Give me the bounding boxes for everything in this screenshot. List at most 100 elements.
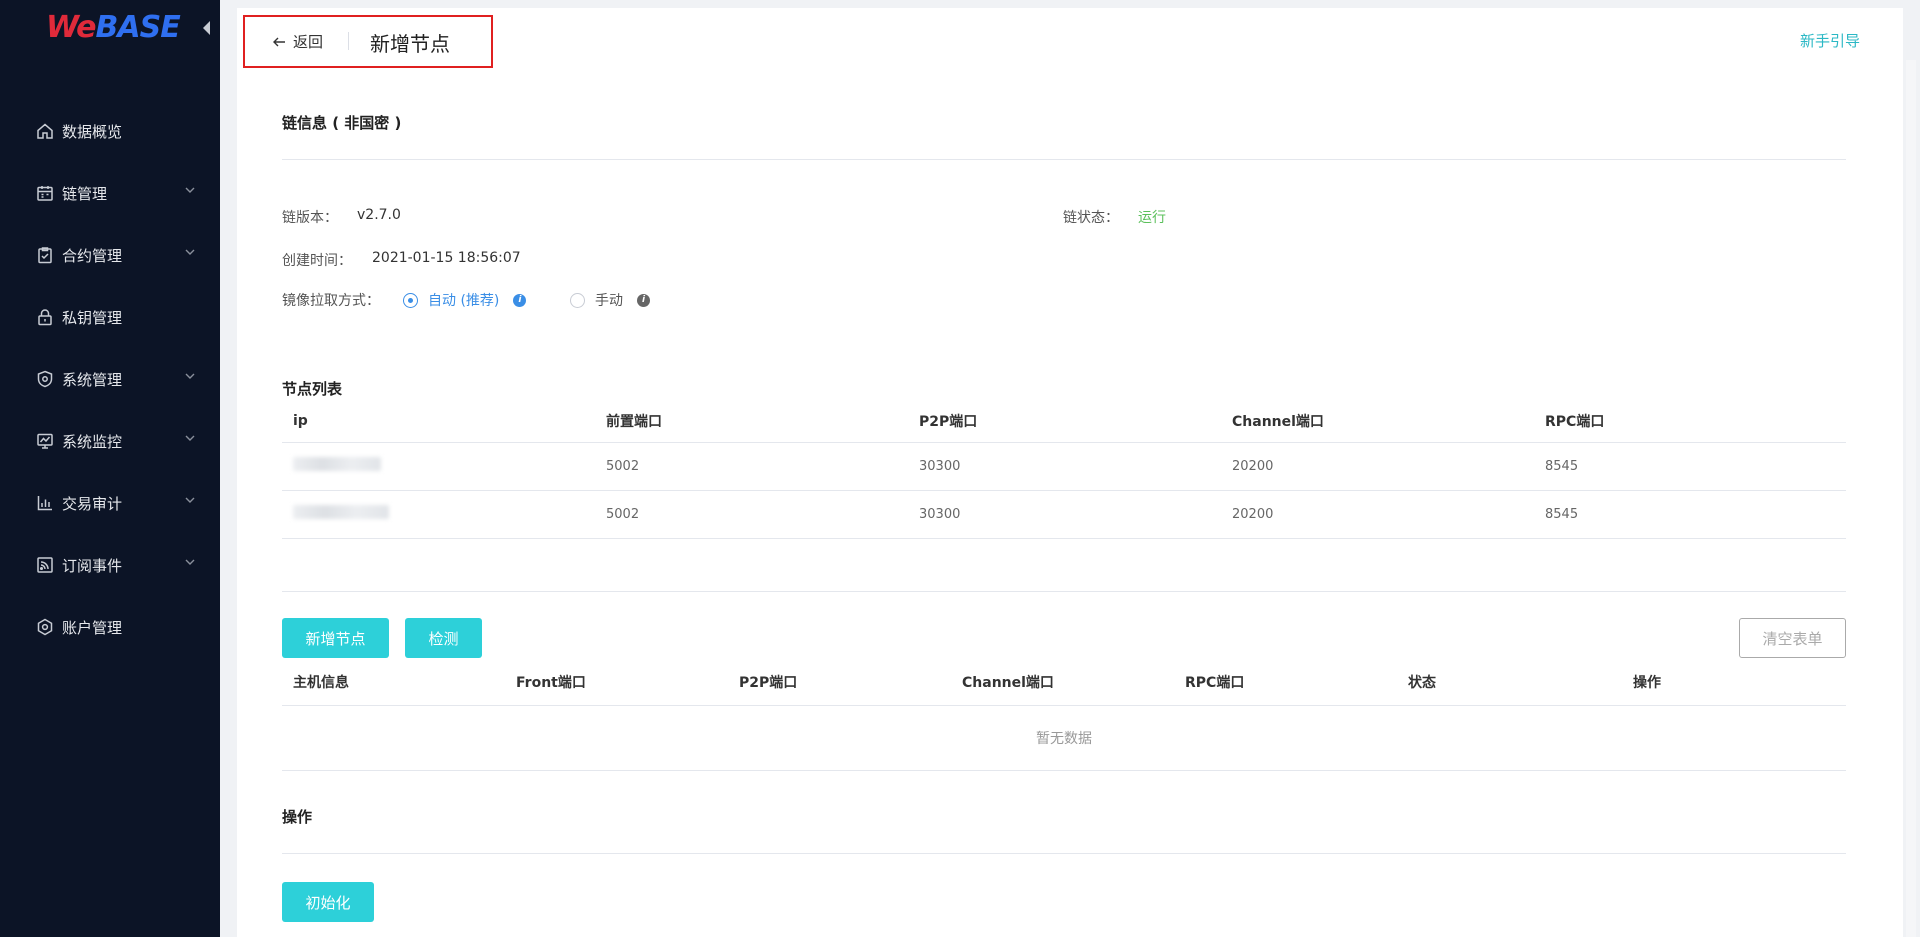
- sidebar-item-label: 系统管理: [62, 370, 123, 389]
- ip-cell: [282, 490, 595, 539]
- sidebar-collapse-icon[interactable]: [203, 21, 210, 35]
- sidebar-item-label: 链管理: [62, 184, 108, 203]
- init-button[interactable]: 初始化: [282, 882, 374, 922]
- table-header-row: 主机信息 Front端口 P2P端口 Channel端口 RPC端口 状态 操作: [282, 660, 1846, 706]
- sidebar-item-account[interactable]: 账户管理: [0, 596, 220, 658]
- table-row: 5002 30300 20200 8545: [282, 442, 1846, 491]
- sidebar-item-label: 合约管理: [62, 246, 123, 265]
- chevron-down-icon: [185, 373, 195, 379]
- sidebar-item-audit[interactable]: 交易审计: [0, 472, 220, 534]
- pull-manual-radio[interactable]: 手动 i: [570, 290, 650, 310]
- table-cell: 30300: [908, 442, 1221, 491]
- add-node-button[interactable]: 新增节点: [282, 618, 389, 658]
- sidebar-item-private-key[interactable]: 私钥管理: [0, 286, 220, 348]
- empty-state: 暂无数据: [282, 705, 1846, 771]
- calendar-icon: [36, 184, 54, 202]
- column-header: RPC端口: [1174, 660, 1397, 706]
- column-header: 状态: [1397, 660, 1622, 706]
- info-icon[interactable]: i: [513, 293, 527, 307]
- sidebar: WeBASE 数据概览 链管理 合约管理 私钥管理 系统管理 系统监控 交易审计…: [0, 0, 220, 937]
- check-button[interactable]: 检测: [405, 618, 482, 658]
- hexagon-gear-icon: [36, 618, 54, 636]
- arrow-left-icon: [273, 37, 285, 46]
- page-scrollbar[interactable]: [1906, 60, 1916, 937]
- sidebar-item-chain[interactable]: 链管理: [0, 162, 220, 224]
- ip-cell: [282, 442, 595, 491]
- sidebar-item-label: 系统监控: [62, 432, 123, 451]
- radio-label: 手动: [595, 293, 623, 309]
- chain-info-title: 链信息 ( 非国密 ): [282, 114, 402, 132]
- column-header: ip: [282, 400, 595, 443]
- column-header: 主机信息: [282, 660, 505, 706]
- sidebar-item-label: 订阅事件: [62, 556, 123, 575]
- column-header: Channel端口: [1221, 400, 1534, 443]
- radio-dot: [570, 292, 585, 308]
- table-cell: 5002: [595, 442, 908, 491]
- new-node-table: 主机信息 Front端口 P2P端口 Channel端口 RPC端口 状态 操作: [282, 660, 1846, 706]
- title-divider: [348, 32, 349, 50]
- table-cell: 20200: [1221, 442, 1534, 491]
- table-cell: 5002: [595, 490, 908, 539]
- divider: [282, 591, 1846, 592]
- radio-label: 自动 (推荐): [428, 293, 500, 309]
- radio-dot: [403, 292, 418, 308]
- clipboard-check-icon: [36, 246, 54, 264]
- clear-form-button[interactable]: 清空表单: [1739, 618, 1846, 658]
- pull-auto-radio[interactable]: 自动 (推荐) i: [403, 290, 527, 310]
- divider: [282, 159, 1846, 160]
- sidebar-item-system[interactable]: 系统管理: [0, 348, 220, 410]
- table-cell: 8545: [1534, 442, 1846, 491]
- table-header-row: ip 前置端口 P2P端口 Channel端口 RPC端口: [282, 400, 1846, 443]
- column-header: Front端口: [505, 660, 728, 706]
- chain-status-label: 链状态：: [1063, 210, 1119, 226]
- sidebar-item-contract[interactable]: 合约管理: [0, 224, 220, 286]
- column-header: RPC端口: [1534, 400, 1846, 443]
- table-cell: 20200: [1221, 490, 1534, 539]
- sidebar-item-label: 私钥管理: [62, 308, 123, 327]
- page-title: 新增节点: [370, 32, 450, 56]
- sidebar-menu: 数据概览 链管理 合约管理 私钥管理 系统管理 系统监控 交易审计 订阅事件 账…: [0, 100, 220, 658]
- column-header: Channel端口: [951, 660, 1174, 706]
- column-header: 操作: [1622, 660, 1846, 706]
- sidebar-item-overview[interactable]: 数据概览: [0, 100, 220, 162]
- table-cell: 8545: [1534, 490, 1846, 539]
- image-pull-label: 镜像拉取方式：: [282, 293, 380, 309]
- lock-icon: [36, 308, 54, 326]
- divider: [282, 853, 1846, 854]
- redacted-ip: [293, 457, 381, 471]
- column-header: 前置端口: [595, 400, 908, 443]
- node-list-table: ip 前置端口 P2P端口 Channel端口 RPC端口 5002 30300…: [282, 400, 1846, 539]
- created-time-value: 2021-01-15 18:56:07: [372, 250, 521, 266]
- sidebar-item-monitor[interactable]: 系统监控: [0, 410, 220, 472]
- table-row: 5002 30300 20200 8545: [282, 490, 1846, 539]
- shield-icon: [36, 370, 54, 388]
- rss-icon: [36, 556, 54, 574]
- sidebar-item-label: 账户管理: [62, 618, 123, 637]
- chevron-down-icon: [185, 497, 195, 503]
- chain-status-value: 运行: [1138, 210, 1166, 226]
- guide-link[interactable]: 新手引导: [1800, 30, 1860, 51]
- chain-version-value: v2.7.0: [357, 207, 401, 223]
- sidebar-item-label: 数据概览: [62, 122, 123, 141]
- chevron-down-icon: [185, 559, 195, 565]
- column-header: P2P端口: [908, 400, 1221, 443]
- monitor-chart-icon: [36, 432, 54, 450]
- chain-version-label: 链版本：: [282, 210, 338, 226]
- node-list-title: 节点列表: [282, 380, 343, 398]
- table-cell: 30300: [908, 490, 1221, 539]
- sidebar-item-label: 交易审计: [62, 494, 123, 513]
- info-icon[interactable]: i: [637, 293, 650, 307]
- operations-title: 操作: [282, 808, 313, 826]
- home-icon: [36, 122, 54, 140]
- back-label: 返回: [293, 33, 324, 51]
- created-time-label: 创建时间：: [282, 253, 352, 269]
- chevron-down-icon: [185, 249, 195, 255]
- webase-logo[interactable]: WeBASE: [46, 10, 181, 45]
- bar-chart-icon: [36, 494, 54, 512]
- chevron-down-icon: [185, 435, 195, 441]
- sidebar-item-events[interactable]: 订阅事件: [0, 534, 220, 596]
- column-header: P2P端口: [728, 660, 951, 706]
- chevron-down-icon: [185, 187, 195, 193]
- back-button[interactable]: 返回: [271, 31, 323, 52]
- redacted-ip: [293, 505, 389, 519]
